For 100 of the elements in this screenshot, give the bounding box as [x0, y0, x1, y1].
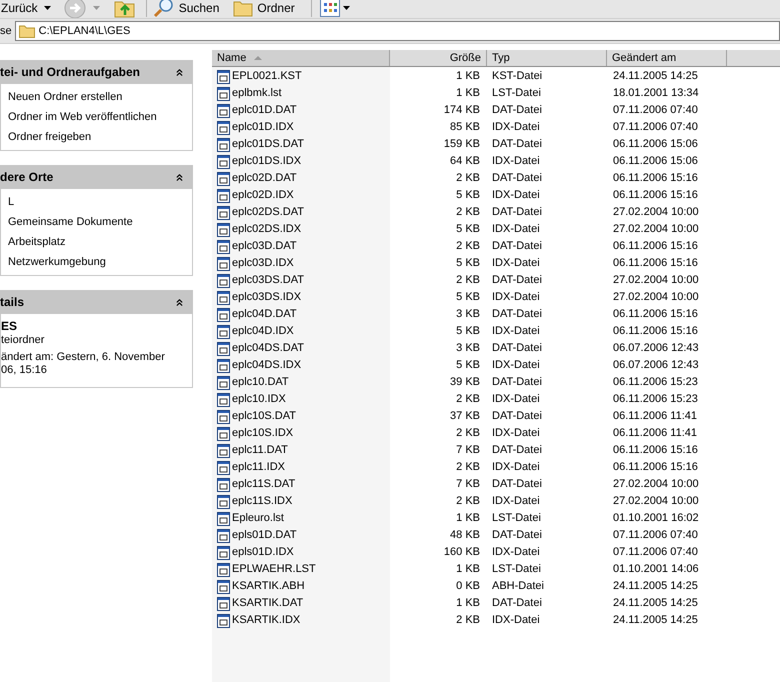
table-cell[interactable]: eplc11S.DAT [232, 476, 296, 493]
file-icon [217, 104, 230, 118]
views-button[interactable] [320, 0, 350, 17]
table-cell-text: 2 KB [456, 392, 480, 408]
folder-up-icon[interactable] [114, 0, 136, 18]
table-cell[interactable]: eplc10S.IDX [232, 425, 294, 442]
table-cell[interactable]: eplc02DS.IDX [232, 221, 302, 238]
table-cell[interactable]: KSARTIK.IDX [232, 612, 300, 629]
table-cell[interactable]: eplc02D.IDX [232, 187, 294, 204]
table-cell-text: 1 KB [456, 69, 480, 84]
table-cell-text: 5 KB [456, 290, 480, 306]
table-cell[interactable]: eplc04DS.DAT [232, 340, 304, 357]
file-icon [217, 86, 230, 100]
table-cell[interactable]: epls01D.DAT [232, 527, 297, 544]
column-header[interactable]: Name [212, 50, 390, 66]
table-cell-text: 06.11.2006 11:41 [613, 409, 698, 424]
table-cell-text: 06.11.2006 15:16 [613, 324, 698, 340]
column-header[interactable]: Geändert am [607, 50, 727, 66]
task-link[interactable]: Ordner im Web veröffentlichen [8, 109, 185, 125]
table-cell-text: DAT-Datei [492, 477, 542, 492]
table-cell[interactable]: epls01D.IDX [232, 544, 294, 561]
file-icon [217, 512, 230, 526]
table-cell-text: DAT-Datei [492, 171, 542, 186]
task-link[interactable]: Ordner freigeben [8, 129, 185, 145]
table-cell[interactable]: EPL0021.KST [232, 68, 302, 85]
table-cell-text: 1 KB [456, 562, 480, 578]
table-cell-text: 3 KB [456, 307, 480, 322]
table-cell[interactable]: EPLWAEHR.LST [232, 561, 316, 578]
file-icon [217, 460, 230, 474]
table-cell[interactable]: eplc02DS.DAT [232, 204, 304, 221]
table-cell[interactable]: eplc04D.IDX [232, 323, 294, 340]
table-cell[interactable]: eplc04D.DAT [232, 306, 297, 323]
view-grid-icon [320, 0, 340, 17]
table-cell[interactable]: eplc03D.DAT [232, 238, 297, 255]
table-cell-text: 5 KB [456, 324, 480, 340]
back-button[interactable]: Zurück [0, 0, 51, 17]
table-cell[interactable]: eplc03DS.IDX [232, 289, 302, 306]
folder-icon [18, 24, 35, 38]
table-cell[interactable]: eplc01D.DAT [232, 102, 297, 119]
table-cell-text: DAT-Datei [492, 409, 542, 424]
table-cell-text: 24.11.2005 14:25 [613, 596, 698, 612]
table-cell-text: 174 KB [444, 103, 480, 118]
task-link[interactable]: Gemeinsame Dokumente [8, 214, 185, 230]
table-cell-text: 27.02.2004 10:00 [613, 477, 699, 492]
file-icon [217, 120, 230, 134]
folder-type: teiordner [1, 333, 46, 347]
table-cell-text: 06.11.2006 15:06 [613, 154, 698, 170]
file-icon [217, 614, 230, 628]
table-cell[interactable]: eplc03DS.DAT [232, 272, 304, 289]
search-button[interactable]: Suchen [152, 0, 220, 18]
task-link[interactable]: Netzwerkumgebung [8, 254, 185, 270]
address-label: se [0, 24, 12, 39]
panel-title: dere Orte [0, 169, 54, 186]
folders-button[interactable]: Ordner [233, 0, 295, 17]
table-cell[interactable]: eplc04DS.IDX [232, 357, 302, 374]
table-cell-text: 39 KB [450, 375, 480, 390]
table-cell-text: 01.10.2001 16:02 [613, 511, 699, 526]
table-cell[interactable]: eplc10.IDX [232, 391, 286, 408]
file-icon [217, 188, 230, 202]
table-cell-text: IDX-Datei [492, 494, 540, 510]
table-cell-text: 06.11.2006 15:23 [613, 392, 698, 408]
table-cell[interactable]: eplc11S.IDX [232, 493, 292, 510]
table-cell-text: 24.11.2005 14:25 [613, 613, 698, 628]
task-link[interactable]: Neuen Ordner erstellen [8, 89, 185, 105]
table-cell[interactable]: eplc01DS.IDX [232, 153, 302, 170]
table-cell-text: 85 KB [450, 120, 480, 136]
table-cell[interactable]: eplc01DS.DAT [232, 136, 304, 153]
table-cell-text: DAT-Datei [492, 137, 542, 152]
table-cell-text: 1 KB [456, 511, 480, 526]
address-field[interactable]: C:\EPLAN4\L\GES [14, 21, 780, 41]
table-cell-text: 06.11.2006 15:23 [613, 375, 698, 390]
table-cell[interactable]: Epleuro.lst [232, 510, 284, 527]
table-cell[interactable]: KSARTIK.ABH [232, 578, 305, 595]
table-cell[interactable]: eplc03D.IDX [232, 255, 294, 272]
table-cell-text: LST-Datei [492, 562, 541, 578]
table-cell-text: LST-Datei [492, 86, 541, 102]
table-cell[interactable]: eplc11.DAT [232, 442, 288, 459]
table-cell-text: 2 KB [456, 460, 480, 476]
file-icon [217, 138, 230, 152]
table-cell-text: DAT-Datei [492, 341, 542, 356]
table-cell[interactable]: eplbmk.lst [232, 85, 282, 102]
table-cell[interactable]: eplc01D.IDX [232, 119, 294, 136]
table-cell[interactable]: eplc11.IDX [232, 459, 285, 476]
column-header[interactable]: Typ [487, 50, 607, 66]
table-cell[interactable]: eplc02D.DAT [232, 170, 297, 187]
table-cell-text: 5 KB [456, 222, 480, 238]
table-cell-text: IDX-Datei [492, 290, 540, 306]
table-cell-text: IDX-Datei [492, 188, 540, 204]
table-cell[interactable]: eplc10.DAT [232, 374, 289, 391]
table-cell-text: KST-Datei [492, 69, 542, 84]
table-cell-text: 64 KB [450, 154, 480, 170]
task-link[interactable]: L [8, 194, 185, 210]
table-cell[interactable]: KSARTIK.DAT [232, 595, 304, 612]
table-cell-text: 06.11.2006 15:16 [613, 443, 698, 458]
column-header[interactable]: Größe [390, 50, 487, 66]
task-link[interactable]: Arbeitsplatz [8, 234, 185, 250]
file-icon [217, 494, 230, 508]
table-cell[interactable]: eplc10S.DAT [232, 408, 296, 425]
table-cell-text: 2 KB [456, 426, 480, 442]
file-icon [217, 596, 230, 610]
